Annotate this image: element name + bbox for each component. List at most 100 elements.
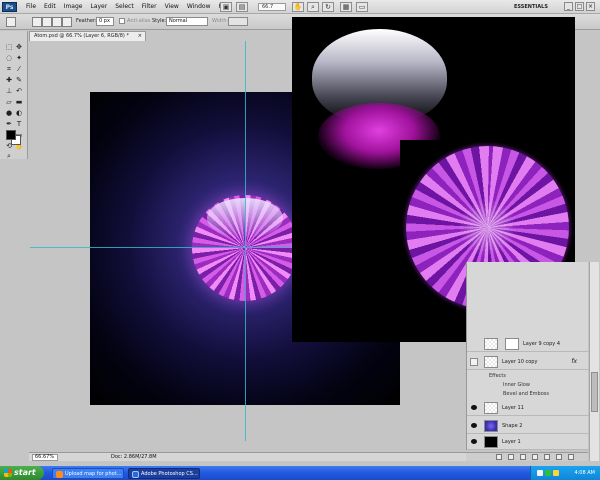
- layer-row[interactable]: Layer 1: [467, 434, 589, 450]
- effect-bevel-emboss[interactable]: Bevel and Emboss: [503, 391, 549, 397]
- start-button[interactable]: start: [0, 466, 44, 480]
- menu-filter[interactable]: Filter: [138, 0, 161, 14]
- style-label: Style:: [152, 18, 167, 24]
- fx-icon[interactable]: fx: [571, 358, 577, 365]
- link-layers-icon[interactable]: [496, 454, 502, 460]
- arrange-documents-icon[interactable]: ▦: [340, 2, 352, 12]
- extras-icon[interactable]: ▤: [236, 2, 248, 12]
- layer-row[interactable]: Layer 10 copy fx: [467, 354, 589, 370]
- lasso-tool-icon[interactable]: ◌: [4, 54, 14, 63]
- layer-thumbnail: [484, 356, 498, 368]
- vertical-guide[interactable]: [245, 41, 246, 441]
- network-icon[interactable]: [545, 470, 551, 476]
- scrollbar-thumb[interactable]: [591, 372, 598, 412]
- brush-tool-icon[interactable]: ✎: [14, 76, 24, 85]
- style-select[interactable]: Normal: [166, 17, 208, 26]
- rotate-view-icon[interactable]: ↻: [322, 2, 334, 12]
- subtract-selection-icon[interactable]: [52, 17, 62, 27]
- feather-label: Feather:: [76, 18, 97, 24]
- menu-bar: Ps File Edit Image Layer Select Filter V…: [0, 0, 600, 14]
- close-document-icon[interactable]: ×: [138, 32, 142, 41]
- hand-tool-icon[interactable]: ✋: [292, 2, 304, 12]
- add-mask-icon[interactable]: [520, 454, 526, 460]
- effects-label: Effects: [489, 373, 506, 379]
- tray-icon[interactable]: [537, 470, 543, 476]
- layers-panel-footer: [466, 452, 588, 461]
- menu-file[interactable]: File: [22, 0, 40, 14]
- taskbar-item-active[interactable]: Adobe Photoshop CS...: [128, 468, 200, 479]
- layer-name: Layer 1: [502, 439, 521, 445]
- dodge-tool-icon[interactable]: ◐: [14, 109, 24, 118]
- intersect-selection-icon[interactable]: [62, 17, 72, 27]
- history-brush-icon[interactable]: ↶: [14, 87, 24, 96]
- pen-tool-icon[interactable]: ✒: [4, 120, 14, 129]
- antialias-label: Anti-alias: [127, 18, 151, 24]
- zoom-status-input[interactable]: 66.67%: [32, 454, 58, 461]
- eye-icon[interactable]: [471, 423, 477, 428]
- minimize-button[interactable]: _: [564, 2, 573, 11]
- layers-panel: Layer 9 copy 4 Layer 10 copy fx Effects …: [466, 262, 589, 450]
- new-layer-icon[interactable]: [556, 454, 562, 460]
- document-tab[interactable]: Atom.psd @ 66.7% (Layer 6, RGB/8) * ×: [29, 31, 146, 41]
- foreground-color-swatch[interactable]: [6, 130, 16, 140]
- taskbar-item-label: Upload map for phot...: [65, 471, 122, 477]
- zoom-tool-icon[interactable]: ⌕: [307, 2, 319, 12]
- layers-scrollbar[interactable]: [589, 262, 599, 461]
- menu-edit[interactable]: Edit: [40, 0, 60, 14]
- move-tool-icon[interactable]: ✥: [14, 43, 24, 52]
- maximize-button[interactable]: □: [575, 2, 584, 11]
- clone-stamp-icon[interactable]: ⊥: [4, 87, 14, 96]
- width-input[interactable]: [228, 17, 248, 26]
- eyedropper-icon[interactable]: ⁄: [14, 65, 24, 74]
- menu-image[interactable]: Image: [60, 0, 87, 14]
- new-selection-icon[interactable]: [32, 17, 42, 27]
- add-style-icon[interactable]: [508, 454, 514, 460]
- close-button[interactable]: ×: [586, 2, 595, 11]
- menu-layer[interactable]: Layer: [86, 0, 111, 14]
- zoom-icon[interactable]: ⌕: [4, 152, 14, 161]
- workspace-switcher[interactable]: ESSENTIALS: [514, 2, 560, 12]
- volume-icon[interactable]: [553, 470, 559, 476]
- taskbar-item-label: Adobe Photoshop CS...: [141, 471, 198, 477]
- bridge-icon[interactable]: ▣: [220, 2, 232, 12]
- eye-icon[interactable]: [471, 405, 477, 410]
- layer-thumbnail: [484, 420, 498, 432]
- gradient-tool-icon[interactable]: ▬: [14, 98, 24, 107]
- blur-tool-icon[interactable]: ●: [4, 109, 14, 118]
- menu-select[interactable]: Select: [111, 0, 138, 14]
- feather-input[interactable]: 0 px: [96, 17, 114, 26]
- crop-tool-icon[interactable]: ⌗: [4, 65, 14, 74]
- layer-name: Shape 2: [502, 423, 523, 429]
- antialias-checkbox[interactable]: [119, 18, 125, 24]
- menu-window[interactable]: Window: [183, 0, 215, 14]
- layer-row[interactable]: Layer 11: [467, 400, 589, 416]
- adjustment-layer-icon[interactable]: [532, 454, 538, 460]
- main-menu: File Edit Image Layer Select Filter View…: [22, 0, 236, 14]
- visibility-toggle[interactable]: [470, 358, 478, 366]
- marquee-preset-icon[interactable]: [6, 17, 16, 27]
- magic-wand-icon[interactable]: ✦: [14, 54, 24, 63]
- type-tool-icon[interactable]: T: [14, 120, 24, 129]
- document-size[interactable]: Doc: 2.86M/27.8M: [111, 454, 157, 461]
- add-selection-icon[interactable]: [42, 17, 52, 27]
- document-title: Atom.psd @ 66.7% (Layer 6, RGB/8) *: [34, 33, 129, 39]
- zoom-level-dropdown[interactable]: 66.7: [258, 3, 286, 11]
- healing-brush-icon[interactable]: ✚: [4, 76, 14, 85]
- menu-view[interactable]: View: [161, 0, 183, 14]
- layer-row[interactable]: Shape 2: [467, 418, 589, 434]
- layer-thumbnail: [484, 402, 498, 414]
- photoshop-logo: Ps: [2, 2, 17, 12]
- taskbar-item[interactable]: Upload map for phot...: [52, 468, 124, 479]
- layer-mask-thumbnail: [505, 338, 519, 350]
- eraser-icon[interactable]: ▱: [4, 98, 14, 107]
- clock: 4:08 AM: [574, 470, 595, 476]
- width-label: Width:: [212, 18, 229, 24]
- trash-icon[interactable]: [568, 454, 574, 460]
- photoshop-icon: [132, 471, 139, 478]
- eye-icon[interactable]: [471, 439, 477, 444]
- marquee-tool-icon[interactable]: ⬚: [4, 43, 14, 52]
- effect-inner-glow[interactable]: Inner Glow: [503, 382, 530, 388]
- screen-mode-icon[interactable]: ▭: [356, 2, 368, 12]
- layer-row[interactable]: Layer 9 copy 4: [467, 336, 589, 352]
- new-group-icon[interactable]: [544, 454, 550, 460]
